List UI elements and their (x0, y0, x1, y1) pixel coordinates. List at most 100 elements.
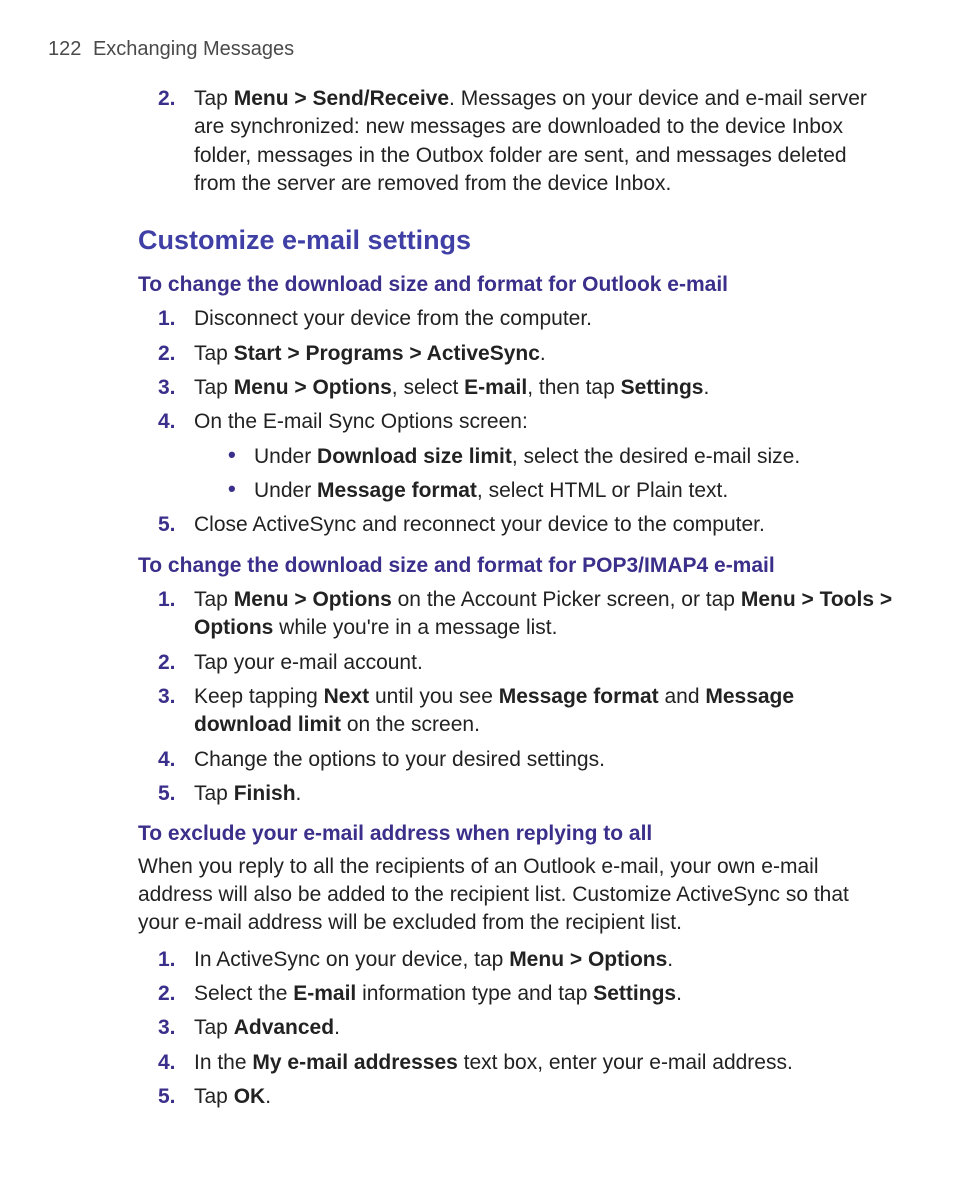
text-segment: Menu > Send/Receive (234, 87, 449, 110)
list-number: 3. (158, 683, 176, 711)
text-segment: and (659, 685, 706, 708)
text-segment: Tap (194, 588, 234, 611)
list-item: 2.Tap Menu > Send/Receive. Messages on y… (138, 85, 894, 198)
list-number: 2. (158, 649, 176, 677)
list-item: 5. Tap Finish. (138, 780, 894, 808)
text-segment: , then tap (527, 376, 620, 399)
list-number: 2. (158, 340, 176, 368)
text-segment: Message format (499, 685, 659, 708)
list-body: Tap Finish. (194, 782, 301, 805)
list-body: On the E-mail Sync Options screen: (194, 410, 528, 433)
list-body: Change the options to your desired setti… (194, 748, 605, 771)
text-segment: information type and tap (356, 982, 593, 1005)
page-number: 122 (48, 38, 81, 60)
text-segment: Next (324, 685, 370, 708)
text-segment: . (667, 948, 673, 971)
text-segment: Tap (194, 782, 234, 805)
text-segment: Start > Programs > ActiveSync (234, 342, 540, 365)
text-segment: Keep tapping (194, 685, 324, 708)
list-item: 3.Tap Menu > Options, select E-mail, the… (138, 374, 894, 402)
text-segment: Under (254, 479, 317, 502)
text-segment: . (703, 376, 709, 399)
text-segment: Under (254, 445, 317, 468)
list-number: 1. (158, 305, 176, 333)
sub1-title: To change the download size and format f… (138, 271, 894, 299)
list-item: 2. Select the E-mail information type and… (138, 980, 894, 1008)
bullet-item: Under Message format, select HTML or Pla… (228, 477, 894, 505)
list-item: 2. Tap Start > Programs > ActiveSync. (138, 340, 894, 368)
list-number: 4. (158, 746, 176, 774)
top-block: 2.Tap Menu > Send/Receive. Messages on y… (138, 85, 894, 198)
list-item: 1. Tap Menu > Options on the Account Pick… (138, 586, 894, 643)
text-segment: Tap (194, 1085, 234, 1108)
list-body: Select the E-mail information type and t… (194, 982, 682, 1005)
text-segment: until you see (369, 685, 499, 708)
text-segment: My e-mail addresses (252, 1051, 457, 1074)
sub2-list: 1. Tap Menu > Options on the Account Pick… (138, 586, 894, 808)
list-item: 5.Tap OK. (138, 1083, 894, 1111)
list-body: Disconnect your device from the computer… (194, 307, 592, 330)
text-segment: on the screen. (341, 713, 480, 736)
list-item: 3.Tap Advanced. (138, 1014, 894, 1042)
sub1-list: 1. Disconnect your device from the comput… (138, 305, 894, 539)
text-segment: on the Account Picker screen, or tap (392, 588, 741, 611)
list-body: Tap Start > Programs > ActiveSync. (194, 342, 546, 365)
list-number: 4. (158, 1049, 176, 1077)
text-segment: . (296, 782, 302, 805)
list-body: Tap your e-mail account. (194, 651, 423, 674)
list-item: 5. Close ActiveSync and reconnect your de… (138, 511, 894, 539)
text-segment: , select the desired e-mail size. (512, 445, 800, 468)
list-item: 3. Keep tapping Next until you see Messag… (138, 683, 894, 740)
text-segment: Finish (234, 782, 296, 805)
text-segment: Message format (317, 479, 477, 502)
list-number: 2. (158, 980, 176, 1008)
text-segment: Tap (194, 1016, 234, 1039)
text-segment: while you're in a message list. (273, 616, 557, 639)
text-segment: Change the options to your desired setti… (194, 748, 605, 771)
list-number: 2. (158, 85, 176, 113)
text-segment: Disconnect your device from the computer… (194, 307, 592, 330)
list-item: 4. In the My e-mail addresses text box, e… (138, 1049, 894, 1077)
text-segment: . (540, 342, 546, 365)
text-segment: E-mail (293, 982, 356, 1005)
text-segment: , select HTML or Plain text. (477, 479, 728, 502)
list-item: 4. On the E-mail Sync Options screen: Unde… (138, 408, 894, 505)
text-segment: Tap (194, 376, 234, 399)
list-body: Tap OK. (194, 1085, 271, 1108)
text-segment: text box, enter your e-mail address. (458, 1051, 793, 1074)
list-number: 5. (158, 780, 176, 808)
list-number: 1. (158, 946, 176, 974)
list-number: 5. (158, 511, 176, 539)
list-body: Keep tapping Next until you see Message … (194, 685, 794, 736)
sub3-intro: When you reply to all the recipients of … (138, 853, 894, 938)
text-segment: Menu > Options (234, 376, 392, 399)
text-segment: . (334, 1016, 340, 1039)
text-segment: E-mail (464, 376, 527, 399)
list-body: Tap Menu > Options on the Account Picker… (194, 588, 892, 639)
text-segment: On the E-mail Sync Options screen: (194, 410, 528, 433)
list-body: In the My e-mail addresses text box, ent… (194, 1051, 793, 1074)
text-segment: , select (392, 376, 464, 399)
sub3-title: To exclude your e-mail address when repl… (138, 820, 894, 848)
list-number: 1. (158, 586, 176, 614)
text-segment: In ActiveSync on your device, tap (194, 948, 509, 971)
top-list: 2.Tap Menu > Send/Receive. Messages on y… (138, 85, 894, 198)
text-segment: . (265, 1085, 271, 1108)
section-block: Customize e-mail settings To change the … (48, 222, 894, 1111)
list-item: 1.In ActiveSync on your device, tap Menu… (138, 946, 894, 974)
list-number: 4. (158, 408, 176, 436)
list-number: 3. (158, 1014, 176, 1042)
page-header: 122 Exchanging Messages (48, 36, 894, 63)
text-segment: Settings (621, 376, 704, 399)
text-segment: Tap (194, 87, 234, 110)
text-segment: Settings (593, 982, 676, 1005)
bullet-list: Under Download size limit, select the de… (228, 443, 894, 506)
list-item: 4. Change the options to your desired set… (138, 746, 894, 774)
section-title: Customize e-mail settings (138, 222, 894, 258)
sub2-title: To change the download size and format f… (138, 552, 894, 580)
text-segment: Tap (194, 342, 234, 365)
text-segment: Tap your e-mail account. (194, 651, 423, 674)
sub3-list: 1.In ActiveSync on your device, tap Menu… (138, 946, 894, 1112)
list-body: Close ActiveSync and reconnect your devi… (194, 513, 765, 536)
text-segment: In the (194, 1051, 252, 1074)
